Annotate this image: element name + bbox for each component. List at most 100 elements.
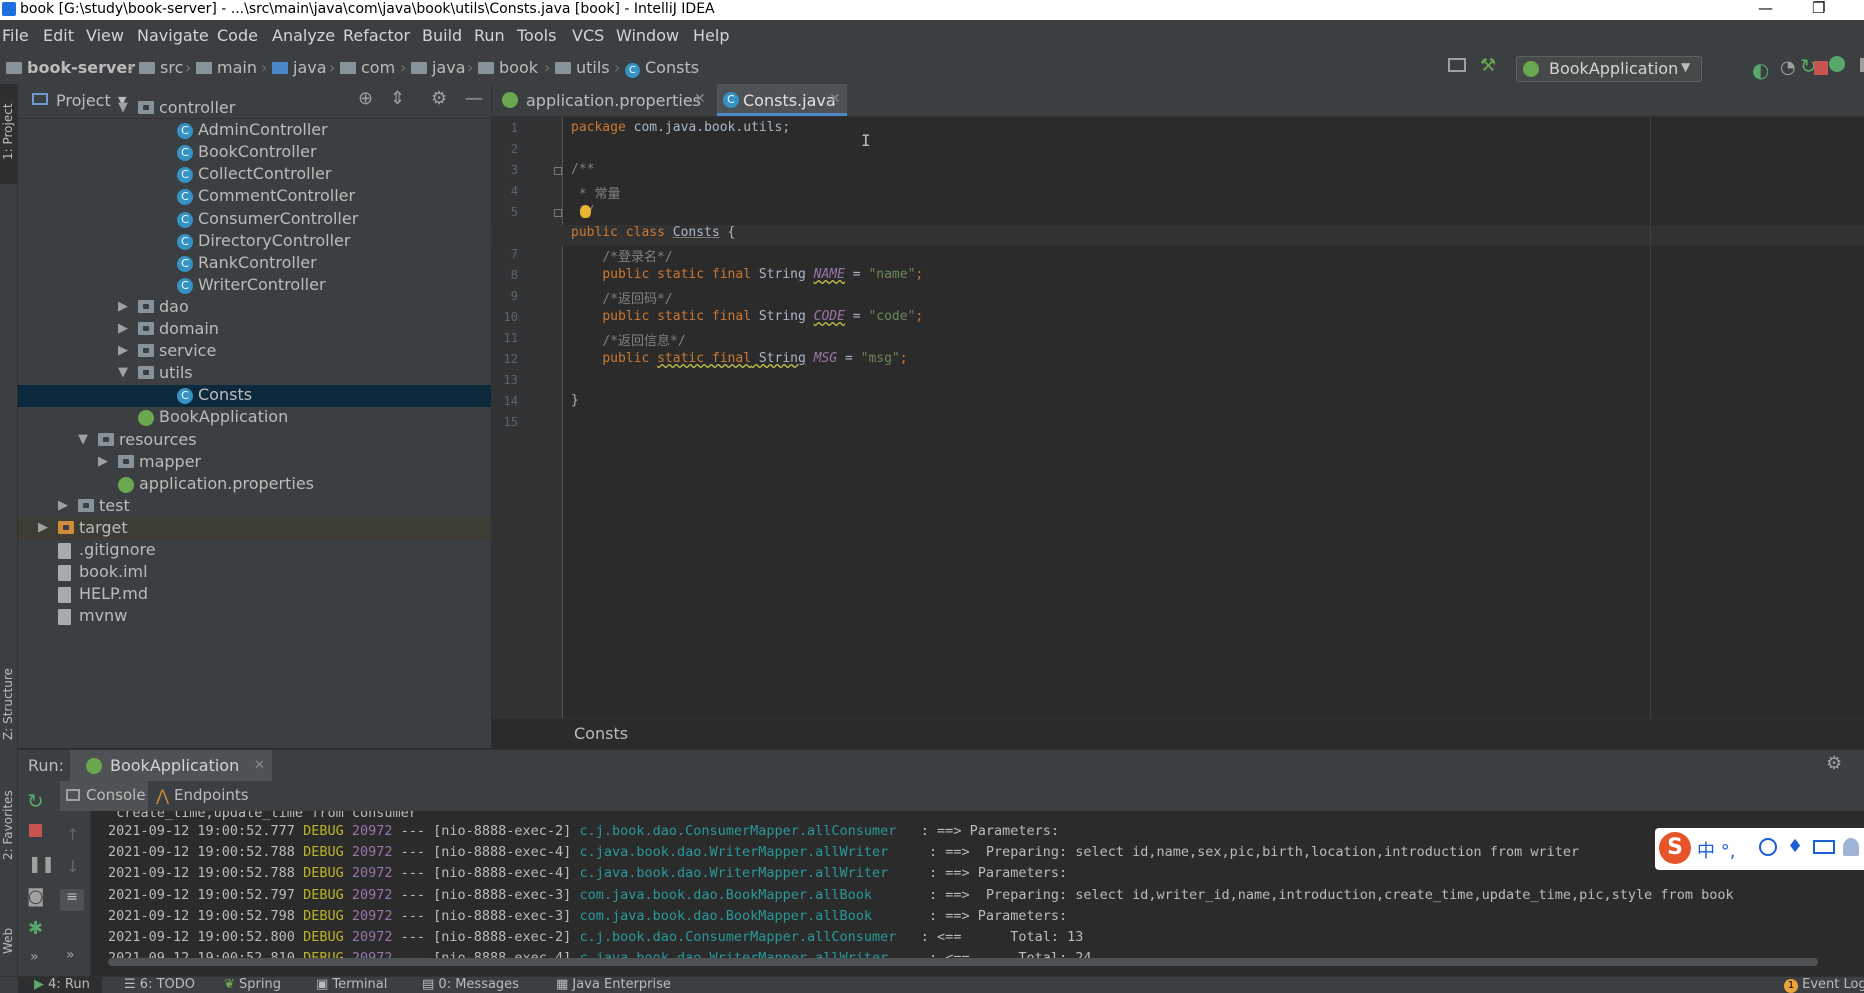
menu-refactor[interactable]: Refactor xyxy=(343,26,410,45)
ime-toolbar[interactable]: S 中 °, ♦ xyxy=(1655,828,1864,870)
spring-tool-button[interactable]: ❦ Spring xyxy=(224,977,281,992)
fold-icon[interactable] xyxy=(554,209,562,217)
web-tool-button[interactable]: Web xyxy=(1,928,15,954)
stop-icon[interactable] xyxy=(29,824,42,837)
favorites-tool-button[interactable]: 2: Favorites xyxy=(1,790,15,860)
menu-edit[interactable]: Edit xyxy=(43,26,74,45)
tab-console[interactable]: Console xyxy=(60,781,148,811)
menu-code[interactable]: Code xyxy=(217,26,258,45)
build-hammer-icon[interactable]: ⚒ xyxy=(1480,55,1496,76)
menu-file[interactable]: File xyxy=(2,26,29,45)
expanded-arrow-icon[interactable]: ▼ xyxy=(118,100,128,115)
breadcrumb-utils[interactable]: utils xyxy=(555,58,610,77)
tree-item-service[interactable]: ▶ service xyxy=(18,341,491,363)
tree-item-application-properties[interactable]: application.properties xyxy=(18,474,491,496)
pause-icon[interactable]: ❚❚ xyxy=(28,854,55,873)
breadcrumb-project[interactable]: book-server xyxy=(6,58,135,77)
tree-item-target[interactable]: ▶ target xyxy=(18,517,491,540)
project-structure-icon[interactable] xyxy=(1448,58,1466,72)
tree-item-consumercontroller[interactable]: C ConsumerController xyxy=(18,209,491,231)
project-tool-button[interactable]: 1: Project xyxy=(1,103,15,160)
collapsed-arrow-icon[interactable]: ▶ xyxy=(118,343,128,358)
menu-tools[interactable]: Tools xyxy=(517,26,556,45)
event-log-button[interactable]: 1 Event Log xyxy=(1784,977,1864,993)
tree-item-domain[interactable]: ▶ domain xyxy=(18,319,491,341)
menu-build[interactable]: Build xyxy=(422,26,462,45)
restore-icon[interactable]: ❐ xyxy=(1812,0,1825,17)
tree-item-resources[interactable]: ▼ resources xyxy=(18,430,491,452)
tree-item-utils[interactable]: ▼ utils xyxy=(18,363,491,385)
tree-item-consts[interactable]: C Consts xyxy=(18,385,491,408)
todo-tool-button[interactable]: ☰ 6: TODO xyxy=(124,977,195,992)
tree-item-dao[interactable]: ▶ dao xyxy=(18,297,491,319)
code-editor[interactable]: package com.java.book.utils; /** * 常量 */… xyxy=(493,117,1864,718)
menu-navigate[interactable]: Navigate xyxy=(137,26,209,45)
menu-view[interactable]: View xyxy=(86,26,124,45)
messages-tool-button[interactable]: ▤ 0: Messages xyxy=(422,977,519,992)
tree-item-writercontroller[interactable]: C WriterController xyxy=(18,275,491,297)
emoji-icon[interactable] xyxy=(1759,838,1777,856)
tree-item-directorycontroller[interactable]: C DirectoryController xyxy=(18,231,491,253)
tree-item-mapper[interactable]: ▶ mapper xyxy=(18,452,491,474)
down-arrow-icon[interactable]: ↓ xyxy=(66,857,79,876)
java-enterprise-tool-button[interactable]: ▦ Java Enterprise xyxy=(556,977,671,992)
menu-help[interactable]: Help xyxy=(693,26,729,45)
breadcrumb-src[interactable]: src xyxy=(139,58,183,77)
tree-item-gitignore[interactable]: .gitignore xyxy=(18,540,491,562)
tree-item-controller[interactable]: ▼ controller xyxy=(18,98,491,120)
menu-vcs[interactable]: VCS xyxy=(572,26,604,45)
tree-item-admincontroller[interactable]: C AdminController xyxy=(18,120,491,142)
collapsed-arrow-icon[interactable]: ▶ xyxy=(58,498,68,513)
up-arrow-icon[interactable]: ↑ xyxy=(66,825,79,844)
stop-icon[interactable] xyxy=(1814,61,1828,75)
debug-icon[interactable]: ✱ xyxy=(28,918,43,939)
collapsed-arrow-icon[interactable]: ▶ xyxy=(38,520,48,535)
run-tool-button[interactable]: ▶ 4: Run xyxy=(34,977,90,992)
expanded-arrow-icon[interactable]: ▼ xyxy=(78,432,88,447)
more-icon[interactable]: » xyxy=(30,949,39,965)
editor-breadcrumb-item[interactable]: Consts xyxy=(574,724,628,743)
close-icon[interactable]: ✕ xyxy=(694,91,706,107)
tree-item-commentcontroller[interactable]: C CommentController xyxy=(18,186,491,208)
breadcrumb-com[interactable]: com xyxy=(340,58,395,77)
collapsed-arrow-icon[interactable]: ▶ xyxy=(118,299,128,314)
tree-item-collectcontroller[interactable]: C CollectController xyxy=(18,164,491,186)
user-icon[interactable] xyxy=(1843,838,1859,856)
tab-consts-java[interactable]: C Consts.java ✕ xyxy=(717,84,847,116)
breadcrumb-book[interactable]: book xyxy=(478,58,538,77)
tree-item-help-md[interactable]: HELP.md xyxy=(18,584,491,606)
debug-icon[interactable] xyxy=(1829,56,1845,72)
menu-window[interactable]: Window xyxy=(616,26,679,45)
close-icon[interactable]: ✕ xyxy=(254,758,265,773)
structure-tool-button[interactable]: Z: Structure xyxy=(1,668,15,740)
collapsed-arrow-icon[interactable]: ▶ xyxy=(98,454,108,469)
run-configuration-select[interactable]: BookApplication ▼ xyxy=(1516,56,1702,82)
rerun-icon[interactable]: ↻ xyxy=(27,789,44,813)
tree-item-bookcontroller[interactable]: C BookController xyxy=(18,142,491,164)
close-icon[interactable]: ✕ xyxy=(829,91,841,107)
profile-icon[interactable]: ◔ xyxy=(1780,57,1796,78)
tree-item-mvnw[interactable]: mvnw xyxy=(18,606,491,628)
breadcrumb-main[interactable]: main xyxy=(196,58,257,77)
menu-run[interactable]: Run xyxy=(474,26,505,45)
search-everywhere-icon[interactable] xyxy=(1860,58,1864,72)
fold-icon[interactable] xyxy=(554,167,562,175)
breadcrumb-consts[interactable]: C Consts xyxy=(625,58,699,78)
console-output[interactable]: create_time,update_time from consumer 20… xyxy=(91,811,1864,968)
breadcrumb-java-pkg[interactable]: java xyxy=(411,58,466,77)
tab-application-properties[interactable]: application.properties ✕ xyxy=(492,84,710,116)
run-tab-bookapplication[interactable]: BookApplication ✕ xyxy=(70,750,272,782)
keyboard-icon[interactable] xyxy=(1813,840,1835,854)
tree-item-test[interactable]: ▶ test xyxy=(18,496,491,518)
tree-item-bookapplication[interactable]: BookApplication xyxy=(18,407,491,429)
tab-endpoints[interactable]: ⋀ Endpoints xyxy=(152,781,252,811)
menu-analyze[interactable]: Analyze xyxy=(272,26,335,45)
run-with-coverage-icon[interactable]: ◐ xyxy=(1752,58,1769,82)
lightbulb-icon[interactable] xyxy=(580,205,591,218)
breadcrumb-java[interactable]: java xyxy=(272,58,327,77)
tree-item-rankcontroller[interactable]: C RankController xyxy=(18,253,491,275)
microphone-icon[interactable]: ♦ xyxy=(1787,836,1803,857)
more-icon[interactable]: » xyxy=(66,947,75,963)
minimize-icon[interactable]: — xyxy=(1758,0,1773,17)
console-horizontal-scrollbar[interactable] xyxy=(108,958,1818,966)
